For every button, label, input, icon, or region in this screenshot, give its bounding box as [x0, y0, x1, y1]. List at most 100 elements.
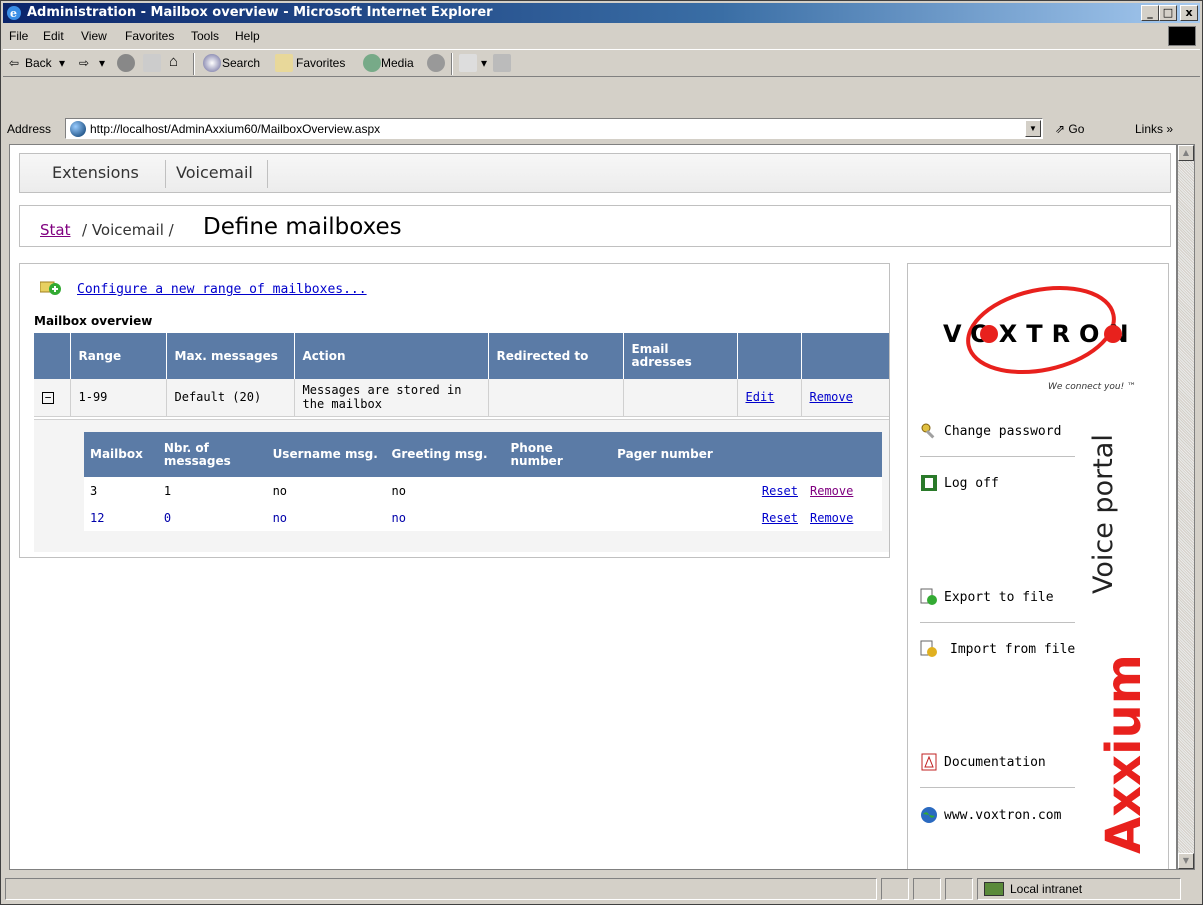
- table-row: 3 1 no no Reset Remove: [84, 477, 882, 504]
- media-icon: [363, 54, 381, 72]
- column-header-mailbox: Mailbox: [84, 432, 158, 477]
- portal-name: Voice portal: [1088, 434, 1119, 594]
- ie-icon: e: [7, 6, 21, 20]
- table-row: 12 0 no no Reset Remove: [84, 504, 882, 531]
- menu-help[interactable]: Help: [235, 29, 260, 43]
- home-icon[interactable]: ⌂: [169, 53, 178, 70]
- reset-cell: Reset: [738, 477, 804, 504]
- side-divider: [920, 456, 1075, 457]
- menu-edit[interactable]: Edit: [43, 29, 64, 43]
- zone-panel: Local intranet: [977, 878, 1181, 900]
- address-dropdown-icon[interactable]: ▼: [1025, 120, 1041, 137]
- address-input[interactable]: http://localhost/AdminAxxium60/MailboxOv…: [65, 118, 1043, 139]
- address-label: Address: [7, 122, 52, 136]
- column-header-greeting-msg: Greeting msg.: [385, 432, 505, 477]
- configure-range-link[interactable]: Configure a new range of mailboxes...: [77, 282, 367, 297]
- status-text-panel: [5, 878, 877, 900]
- action-cell: Messages are stored in the mailbox: [294, 379, 489, 417]
- forward-dropdown-icon[interactable]: ▾: [99, 56, 105, 70]
- table-row: − 1-99 Default (20) Messages are stored …: [34, 379, 889, 417]
- remove-cell: Remove: [804, 504, 882, 531]
- address-url[interactable]: http://localhost/AdminAxxium60/MailboxOv…: [90, 122, 380, 136]
- status-panel: [913, 878, 941, 900]
- menu-bar: File Edit View Favorites Tools Help: [3, 25, 1200, 47]
- edit-column-header: [737, 333, 802, 379]
- column-header-action: Action: [294, 333, 489, 379]
- mail-dropdown-icon[interactable]: ▾: [481, 56, 487, 70]
- remove-column-header: [804, 432, 882, 477]
- key-icon: [921, 423, 935, 439]
- menu-file[interactable]: File: [9, 29, 28, 43]
- pager-cell: [611, 504, 739, 531]
- max-messages-cell: Default (20): [166, 379, 295, 417]
- tab-divider: [165, 160, 166, 188]
- menu-favorites[interactable]: Favorites: [125, 29, 174, 43]
- toolbar-separator: [193, 53, 195, 75]
- side-divider: [920, 787, 1075, 788]
- side-panel: VOXTRON We connect you! ™ Change passwor…: [907, 263, 1169, 869]
- edit-link[interactable]: Edit: [746, 390, 775, 404]
- menu-view[interactable]: View: [81, 29, 107, 43]
- add-mailbox-icon: [40, 281, 61, 295]
- redirected-cell: [488, 379, 624, 417]
- edit-cell: Edit: [737, 379, 802, 417]
- go-button[interactable]: ⇗ Go: [1055, 122, 1084, 136]
- maximize-button[interactable]: □: [1159, 5, 1177, 21]
- print-icon[interactable]: [493, 54, 511, 72]
- favorites-icon: [275, 54, 293, 72]
- greeting-cell: no: [385, 477, 505, 504]
- links-button[interactable]: Links »: [1135, 122, 1173, 136]
- remove-cell: Remove: [804, 477, 882, 504]
- toolbar-separator: [451, 53, 453, 75]
- username-cell: no: [266, 477, 386, 504]
- voxtron-logo: VOXTRON: [943, 285, 1129, 375]
- page-title: Define mailboxes: [203, 214, 402, 240]
- remove-column-header: [801, 333, 889, 379]
- refresh-icon[interactable]: [143, 54, 161, 72]
- breadcrumb-start-link[interactable]: Stat: [40, 221, 70, 239]
- website-label: www.voxtron.com: [944, 808, 1062, 823]
- page-icon: [70, 121, 86, 137]
- vertical-scrollbar[interactable]: ▲ ▼: [1177, 144, 1195, 870]
- remove-mailbox-link[interactable]: Remove: [810, 484, 853, 498]
- column-header-max-messages: Max. messages: [166, 333, 295, 379]
- menu-tools[interactable]: Tools: [191, 29, 219, 43]
- forward-button[interactable]: ⇨: [79, 56, 89, 70]
- tab-extensions[interactable]: Extensions: [52, 154, 139, 192]
- favorites-button[interactable]: Favorites: [296, 56, 345, 70]
- page-content: Extensions Voicemail Stat / Voicemail / …: [9, 144, 1177, 870]
- column-header-username-msg: Username msg.: [266, 432, 386, 477]
- mailbox-panel: Configure a new range of mailboxes... Ma…: [19, 263, 890, 558]
- count-cell: 1: [157, 477, 267, 504]
- collapse-toggle[interactable]: −: [42, 392, 54, 405]
- mailbox-details: Mailbox Nbr. of messages Username msg. G…: [34, 419, 889, 552]
- status-panel: [881, 878, 909, 900]
- reset-link[interactable]: Reset: [762, 484, 798, 498]
- close-button[interactable]: x: [1180, 5, 1198, 21]
- history-icon[interactable]: [427, 54, 445, 72]
- back-dropdown-icon[interactable]: ▾: [59, 56, 65, 70]
- go-label: Go: [1068, 122, 1085, 136]
- reset-link[interactable]: Reset: [762, 511, 798, 525]
- range-table: Range Max. messages Action Redirected to…: [34, 333, 889, 417]
- column-header-phone: Phone number: [504, 432, 612, 477]
- title-bar: e Administration - Mailbox overview - Mi…: [3, 3, 1200, 23]
- change-password-label: Change password: [944, 424, 1062, 439]
- scroll-down-icon[interactable]: ▼: [1178, 853, 1194, 869]
- go-arrow-icon: ⇗: [1055, 122, 1066, 136]
- mail-icon[interactable]: [459, 54, 477, 72]
- search-button[interactable]: Search: [222, 56, 260, 70]
- tab-voicemail[interactable]: Voicemail: [176, 154, 253, 192]
- log-off-label: Log off: [944, 476, 999, 491]
- remove-range-link[interactable]: Remove: [810, 390, 853, 404]
- export-icon: [920, 588, 937, 605]
- scroll-up-icon[interactable]: ▲: [1178, 145, 1194, 161]
- zone-label: Local intranet: [1010, 882, 1083, 896]
- stop-icon[interactable]: [117, 54, 135, 72]
- back-button[interactable]: Back: [25, 56, 52, 70]
- remove-mailbox-link[interactable]: Remove: [810, 511, 853, 525]
- column-header-nbr-messages: Nbr. of messages: [157, 432, 267, 477]
- minimize-button[interactable]: _: [1141, 5, 1159, 21]
- media-button[interactable]: Media: [381, 56, 414, 70]
- import-label: Import from file: [950, 642, 1076, 657]
